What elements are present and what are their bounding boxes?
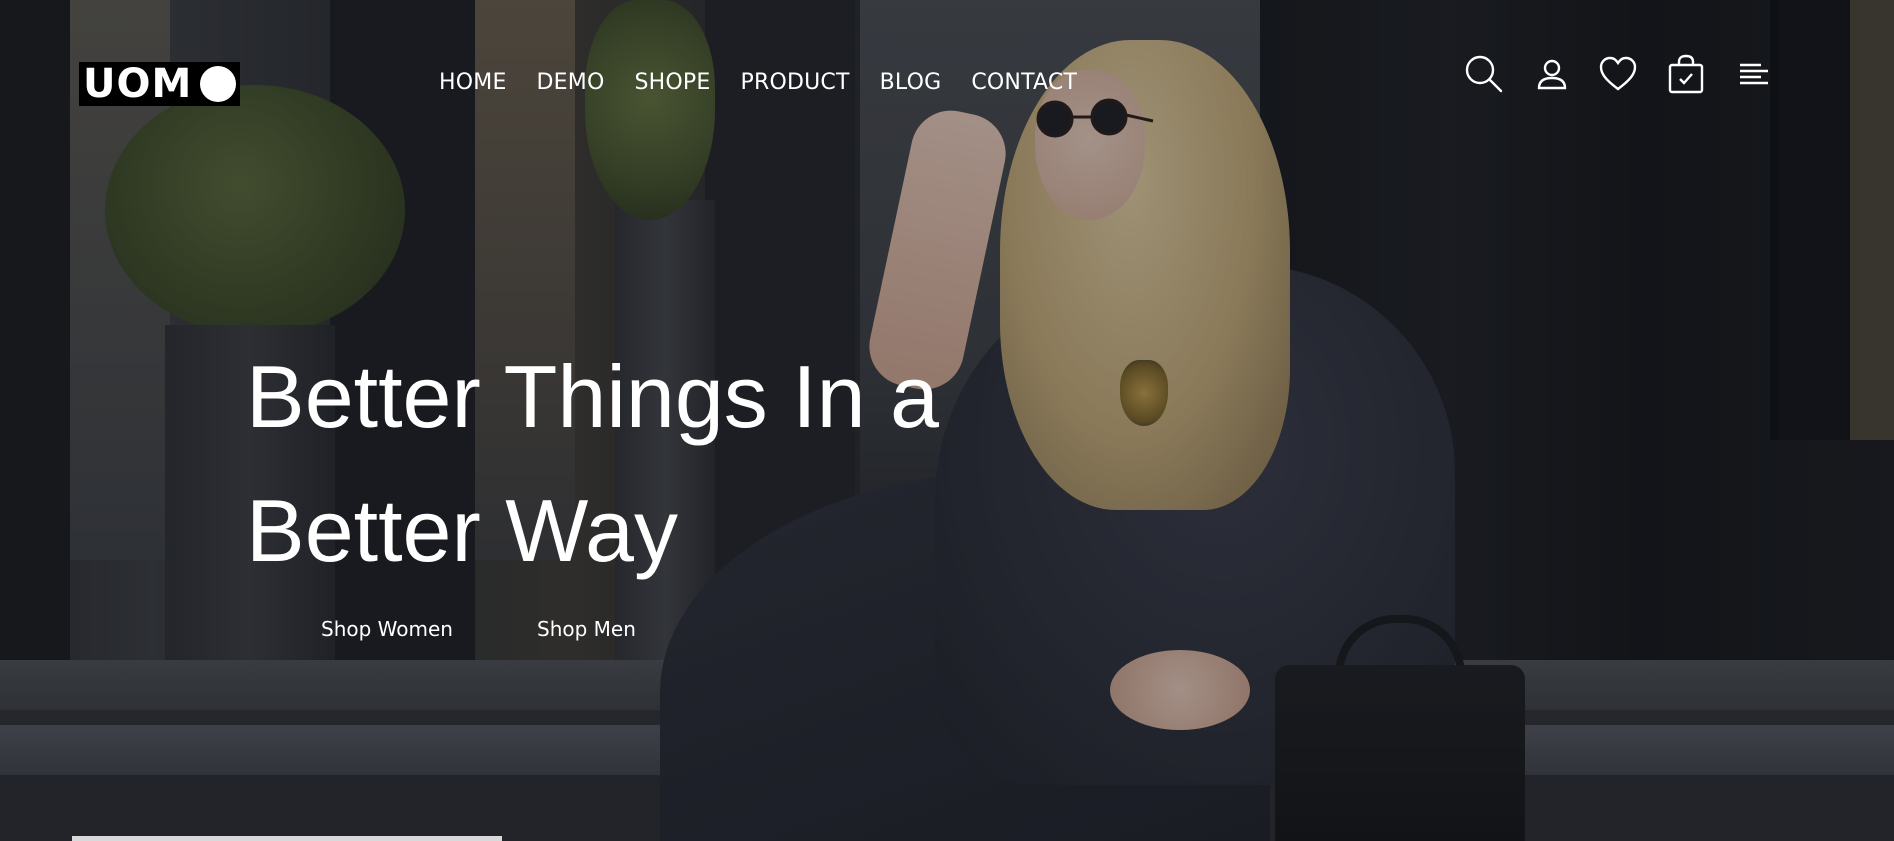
- nav-item-blog[interactable]: BLOG: [880, 70, 942, 95]
- search-icon[interactable]: [1462, 52, 1506, 96]
- nav-item-contact[interactable]: CONTACT: [971, 70, 1077, 95]
- shop-women-button[interactable]: Shop Women: [321, 617, 453, 641]
- brand-logo[interactable]: UOM: [79, 62, 241, 106]
- horizontal-scrollbar[interactable]: [72, 836, 502, 841]
- headline-line-1: Better Things In a: [246, 347, 939, 446]
- main-nav: HOME DEMO SHOPE PRODUCT BLOG CONTACT: [439, 70, 1077, 95]
- nav-item-product[interactable]: PRODUCT: [741, 70, 850, 95]
- nav-item-home[interactable]: HOME: [439, 70, 507, 95]
- nav-item-shope[interactable]: SHOPE: [635, 70, 711, 95]
- shop-men-button[interactable]: Shop Men: [537, 617, 636, 641]
- user-icon[interactable]: [1530, 52, 1574, 96]
- logo-text: UOM: [79, 62, 197, 106]
- headline-line-2: Better Way: [246, 481, 678, 580]
- hero-headline: Better Things In a Better Way: [246, 330, 1046, 598]
- hero-banner: UOM HOME DEMO SHOPE PRODUCT BLOG CONTACT…: [0, 0, 1894, 841]
- menu-icon[interactable]: [1732, 52, 1776, 96]
- cart-icon[interactable]: [1664, 52, 1708, 96]
- nav-item-demo[interactable]: DEMO: [537, 70, 605, 95]
- logo-circle-icon: [200, 66, 237, 102]
- heart-icon[interactable]: [1596, 52, 1640, 96]
